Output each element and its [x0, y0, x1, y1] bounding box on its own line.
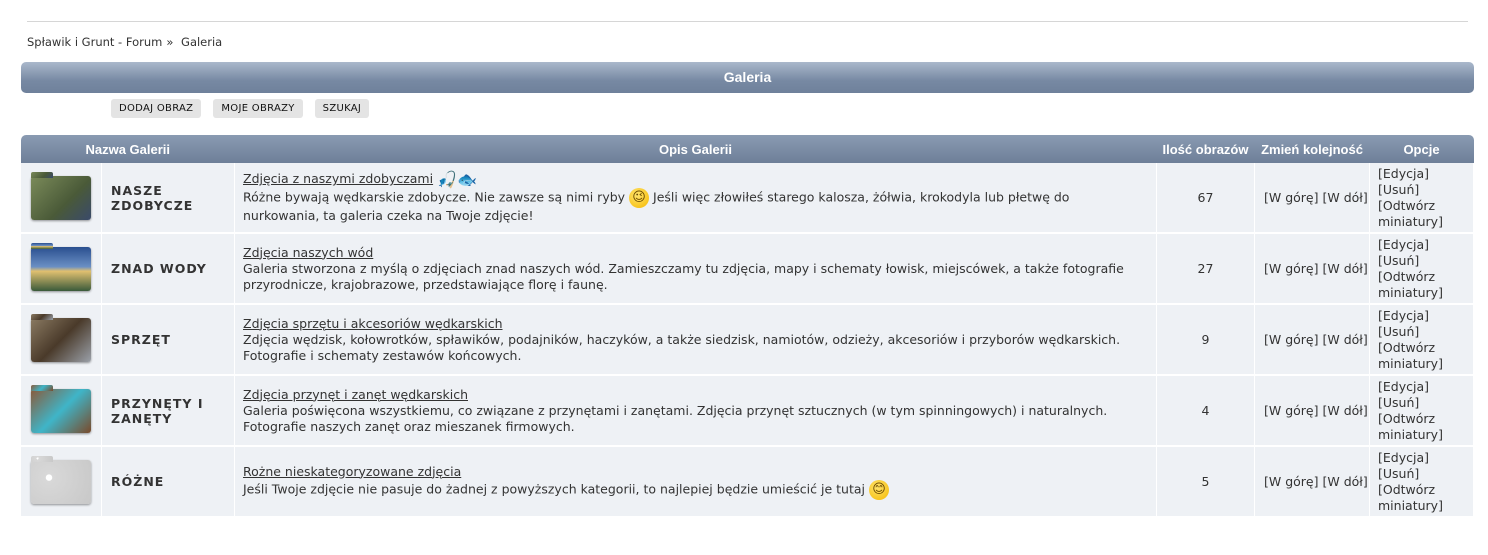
image-count: 67: [1156, 163, 1255, 234]
image-count: 5: [1156, 446, 1255, 518]
image-count: 4: [1156, 375, 1255, 447]
image-count: 9: [1156, 304, 1255, 376]
gallery-title-link[interactable]: Zdjęcia naszych wód: [243, 245, 373, 260]
top-divider: [27, 21, 1468, 22]
fisherman-icon: 🎣: [437, 169, 457, 189]
table-header-row: Nazwa Galerii Opis Galerii Ilość obrazów…: [21, 135, 1474, 163]
gallery-thumbnail[interactable]: [31, 313, 91, 362]
move-up-link[interactable]: [W górę]: [1264, 261, 1319, 276]
smile-emoji-icon: 😊: [868, 479, 889, 500]
column-header-options: Opcje: [1369, 135, 1474, 163]
edit-link[interactable]: [Edycja]: [1378, 379, 1429, 394]
edit-link[interactable]: [Edycja]: [1378, 166, 1429, 181]
move-up-link[interactable]: [W górę]: [1264, 474, 1319, 489]
gallery-thumbnail[interactable]: [31, 455, 91, 504]
rebuild-thumbnails-link[interactable]: [Odtwórz miniatury]: [1378, 482, 1443, 513]
move-down-link[interactable]: [W dół]: [1322, 190, 1367, 205]
rebuild-thumbnails-link[interactable]: [Odtwórz miniatury]: [1378, 269, 1443, 300]
move-down-link[interactable]: [W dół]: [1322, 403, 1367, 418]
move-down-link[interactable]: [W dół]: [1322, 474, 1367, 489]
move-up-link[interactable]: [W górę]: [1264, 332, 1319, 347]
gallery-actions: DODAJ OBRAZ MOJE OBRAZY SZUKAJ: [111, 99, 370, 118]
breadcrumb-current[interactable]: Galeria: [181, 35, 222, 49]
gallery-name[interactable]: RÓŻNE: [101, 446, 235, 518]
move-up-link[interactable]: [W górę]: [1264, 190, 1319, 205]
delete-link[interactable]: [Usuń]: [1378, 395, 1419, 410]
delete-link[interactable]: [Usuń]: [1378, 324, 1419, 339]
page-title: Galeria: [21, 62, 1474, 93]
my-images-button[interactable]: MOJE OBRAZY: [213, 99, 303, 118]
gallery-description: Różne bywają wędkarskie zdobycze. Nie za…: [243, 189, 626, 205]
table-row: PRZYNĘTY I ZANĘTY Zdjęcia przynęt i zanę…: [21, 375, 1474, 447]
wink-emoji-icon: 😉: [629, 187, 650, 208]
gallery-name[interactable]: SPRZĘT: [101, 304, 235, 376]
delete-link[interactable]: [Usuń]: [1378, 466, 1419, 481]
search-button[interactable]: SZUKAJ: [314, 99, 370, 118]
move-down-link[interactable]: [W dół]: [1322, 261, 1367, 276]
gallery-title-link[interactable]: Zdjęcia z naszymi zdobyczami: [243, 171, 433, 186]
column-header-desc: Opis Galerii: [234, 135, 1157, 163]
gallery-description: Galeria stworzona z myślą o zdjęciach zn…: [243, 260, 1124, 292]
move-up-link[interactable]: [W górę]: [1264, 403, 1319, 418]
gallery-name[interactable]: ZNAD WODY: [101, 233, 235, 305]
gallery-name[interactable]: NASZE ZDOBYCZE: [101, 163, 235, 234]
gallery-description: Jeśli Twoje zdjęcie nie pasuje do żadnej…: [243, 481, 865, 496]
gallery-description: Galeria poświęcona wszystkiemu, co związ…: [243, 402, 1108, 434]
delete-link[interactable]: [Usuń]: [1378, 253, 1419, 268]
breadcrumb-home-link[interactable]: Spławik i Grunt - Forum: [27, 35, 162, 49]
breadcrumb-separator: »: [166, 35, 174, 49]
gallery-title-link[interactable]: Zdjęcia przynęt i zanęt wędkarskich: [243, 387, 468, 402]
delete-link[interactable]: [Usuń]: [1378, 182, 1419, 197]
gallery-description: Zdjęcia wędzisk, kołowrotków, spławików,…: [243, 331, 1121, 363]
edit-link[interactable]: [Edycja]: [1378, 308, 1429, 323]
rebuild-thumbnails-link[interactable]: [Odtwórz miniatury]: [1378, 411, 1443, 442]
add-image-button[interactable]: DODAJ OBRAZ: [111, 99, 202, 118]
breadcrumb: Spławik i Grunt - Forum » Galeria: [27, 35, 226, 49]
fish-icon: 🐟: [456, 169, 477, 189]
table-row: RÓŻNE Rożne nieskategoryzowane zdjęcia J…: [21, 446, 1474, 518]
column-header-order: Zmień kolejność: [1254, 135, 1370, 163]
table-row: NASZE ZDOBYCZE Zdjęcia z naszymi zdobycz…: [21, 163, 1474, 234]
gallery-title-link[interactable]: Rożne nieskategoryzowane zdjęcia: [243, 464, 461, 479]
gallery-table: Nazwa Galerii Opis Galerii Ilość obrazów…: [21, 135, 1474, 518]
image-count: 27: [1156, 233, 1255, 305]
table-row: ZNAD WODY Zdjęcia naszych wód Galeria st…: [21, 233, 1474, 305]
table-row: SPRZĘT Zdjęcia sprzętu i akcesoriów wędk…: [21, 304, 1474, 376]
rebuild-thumbnails-link[interactable]: [Odtwórz miniatury]: [1378, 198, 1443, 229]
rebuild-thumbnails-link[interactable]: [Odtwórz miniatury]: [1378, 340, 1443, 371]
move-down-link[interactable]: [W dół]: [1322, 332, 1367, 347]
gallery-name[interactable]: PRZYNĘTY I ZANĘTY: [101, 375, 235, 447]
gallery-thumbnail[interactable]: [31, 242, 91, 291]
gallery-title-link[interactable]: Zdjęcia sprzętu i akcesoriów wędkarskich: [243, 316, 503, 331]
gallery-thumbnail[interactable]: [31, 171, 91, 220]
column-header-count: Ilość obrazów: [1156, 135, 1255, 163]
column-header-name: Nazwa Galerii: [21, 135, 235, 163]
gallery-thumbnail[interactable]: [31, 384, 91, 433]
edit-link[interactable]: [Edycja]: [1378, 450, 1429, 465]
edit-link[interactable]: [Edycja]: [1378, 237, 1429, 252]
